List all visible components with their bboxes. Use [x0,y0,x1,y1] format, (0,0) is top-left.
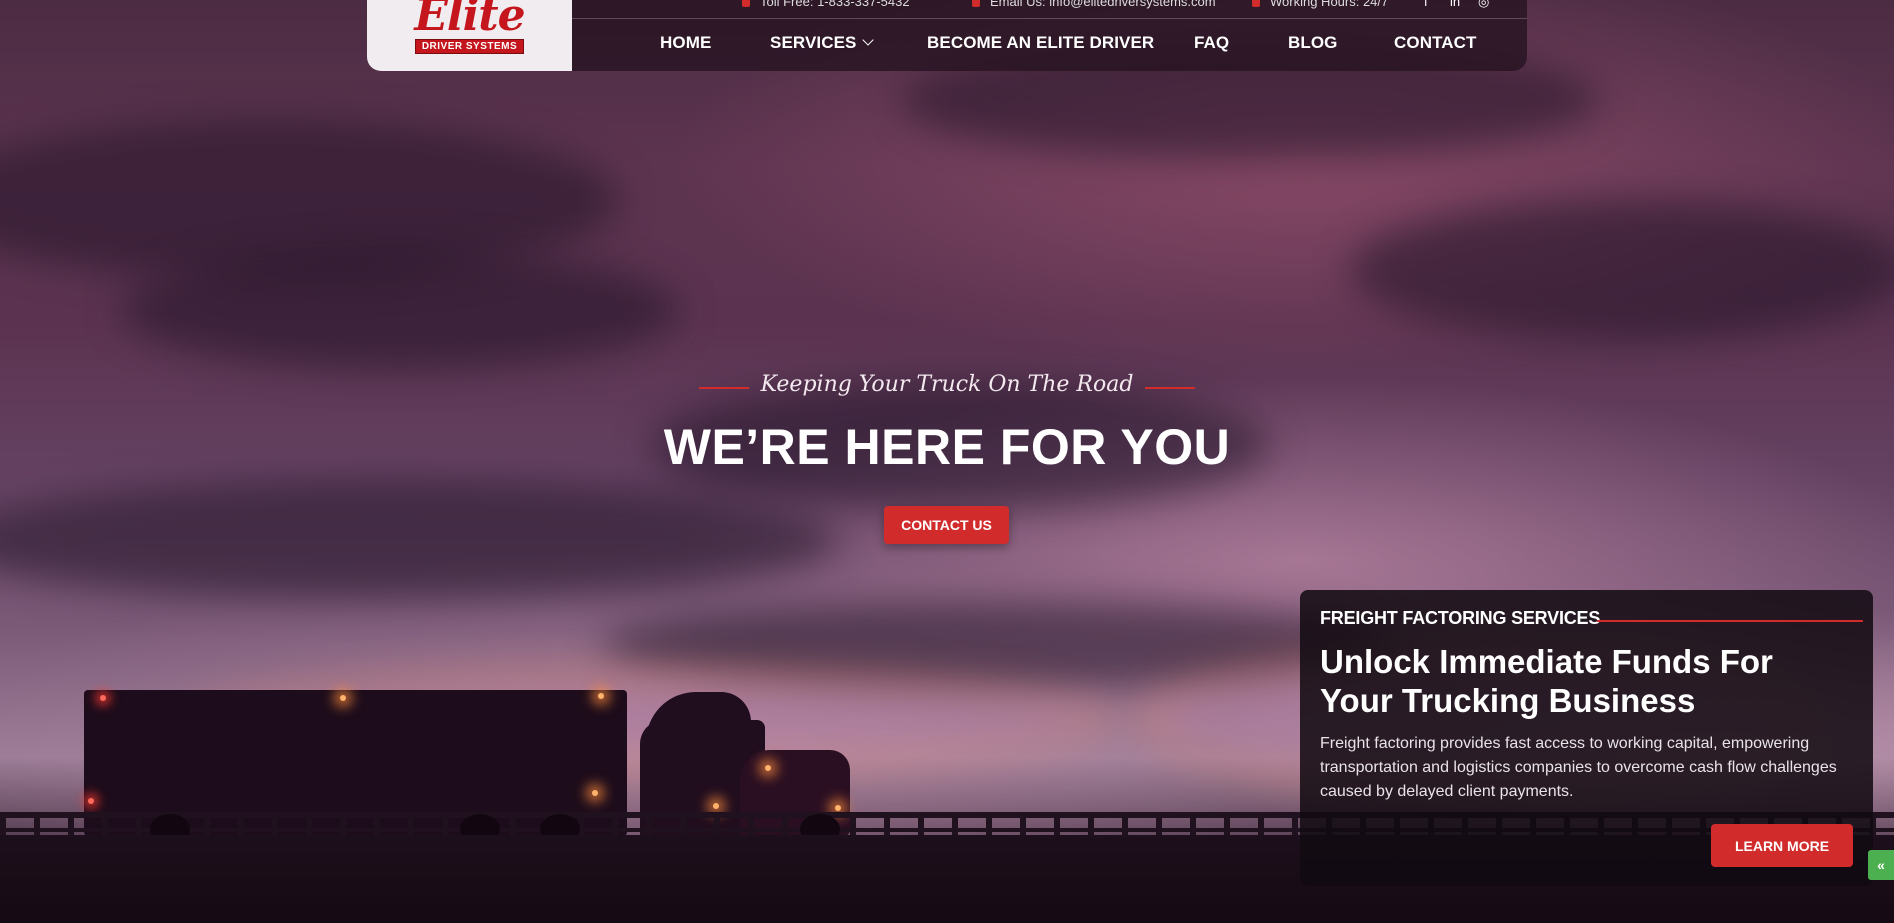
nav-services-label: SERVICES [770,33,857,52]
nav-services[interactable]: SERVICES [770,33,875,53]
truck-light [100,695,106,701]
truck-light [592,790,598,796]
toll-free-text: Toll Free: 1-833-337-5432 [760,0,910,9]
contact-us-button[interactable]: CONTACT US [884,506,1009,544]
hours-info: Working Hours: 24/7 [1252,0,1388,9]
contact-topbar: Toll Free: 1-833-337-5432 Email Us: info… [572,0,1527,19]
hours-text: Working Hours: 24/7 [1270,0,1389,9]
cloud [120,250,680,370]
truck-light [835,805,841,811]
site-logo[interactable]: Elite DRIVER SYSTEMS [367,0,572,71]
chevron-down-icon [862,34,875,46]
cloud [0,480,840,600]
nav-faq[interactable]: FAQ [1194,33,1229,53]
nav-panel: Toll Free: 1-833-337-5432 Email Us: info… [572,0,1527,71]
logo-subtitle: DRIVER SYSTEMS [414,39,525,54]
truck-light [88,798,94,804]
nav-blog[interactable]: BLOG [1288,33,1338,53]
facebook-icon[interactable]: f [1424,0,1428,9]
card-divider [1597,620,1863,622]
truck-light [340,695,346,701]
hero-tagline: Keeping Your Truck On The Road [698,372,1196,397]
truck-light [713,803,719,809]
freight-factoring-card: FREIGHT FACTORING SERVICES Unlock Immedi… [1300,590,1873,886]
site-header: Elite DRIVER SYSTEMS Toll Free: 1-833-33… [367,0,1527,71]
email-info[interactable]: Email Us: info@elitedriversystems.com [972,0,1216,9]
truck-light [598,693,604,699]
card-description: Freight factoring provides fast access t… [1320,735,1837,800]
email-text: Email Us: info@elitedriversystems.com [990,0,1216,9]
clock-icon [1252,0,1260,7]
learn-more-button[interactable]: LEARN MORE [1711,824,1853,867]
truck-light [765,765,771,771]
main-navigation: HOME SERVICES BECOME AN ELITE DRIVER FAQ… [572,30,1527,60]
phone-icon [742,0,750,7]
toll-free-info[interactable]: Toll Free: 1-833-337-5432 [742,0,910,9]
card-eyebrow: FREIGHT FACTORING SERVICES [1320,608,1601,628]
cloud [1350,200,1894,340]
email-icon [972,0,980,7]
linkedin-icon[interactable]: in [1450,0,1460,9]
side-panel-toggle[interactable]: « [1868,850,1894,880]
nav-contact[interactable]: CONTACT [1394,33,1477,53]
card-title: Unlock Immediate Funds For Your Trucking… [1320,643,1773,719]
nav-become-elite-driver[interactable]: BECOME AN ELITE DRIVER [927,33,1154,53]
logo-wordmark: Elite [414,0,525,41]
instagram-icon[interactable]: ◎ [1478,0,1489,10]
nav-home[interactable]: HOME [660,33,711,53]
hero-headline: WE’RE HERE FOR YOU [663,419,1231,475]
hero-tagline-row: Keeping Your Truck On The Road [0,372,1894,397]
